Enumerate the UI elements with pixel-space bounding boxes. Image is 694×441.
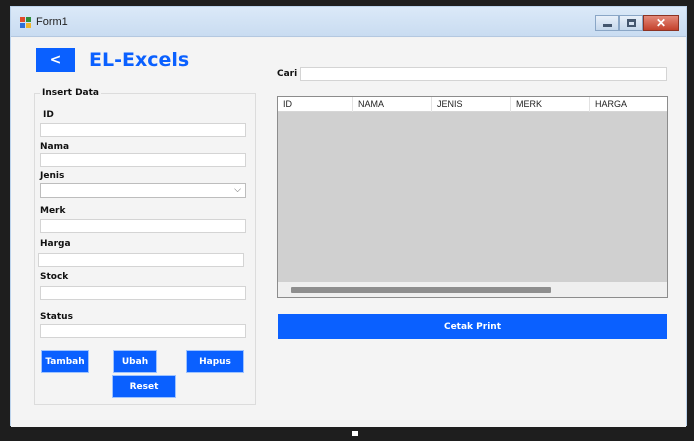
hapus-button[interactable]: Hapus	[186, 350, 244, 373]
insert-data-group: Insert Data ID Nama Jenis ⌵ Merk Harga S…	[34, 88, 256, 405]
jenis-select[interactable]: ⌵	[40, 183, 246, 198]
close-icon: ✕	[655, 16, 667, 30]
maximize-button[interactable]	[619, 15, 643, 31]
app-window: Form1 ✕ < EL-Excels Insert Data ID Nama …	[10, 6, 687, 427]
minimize-button[interactable]	[595, 15, 619, 31]
scrollbar-thumb[interactable]	[291, 287, 551, 293]
ubah-button[interactable]: Ubah	[113, 350, 157, 373]
id-field[interactable]	[40, 123, 246, 137]
merk-field[interactable]	[40, 219, 246, 233]
chevron-down-icon[interactable]: ⌵	[234, 184, 241, 195]
minimize-icon	[602, 24, 612, 27]
maximize-icon	[626, 19, 636, 27]
column-header-nama[interactable]: NAMA	[353, 97, 432, 112]
tambah-button[interactable]: Tambah	[41, 350, 89, 373]
search-input[interactable]	[300, 67, 667, 81]
column-header-jenis[interactable]: JENIS	[432, 97, 511, 112]
status-label: Status	[40, 312, 73, 322]
reset-button[interactable]: Reset	[112, 375, 176, 398]
title-bar[interactable]: Form1 ✕	[11, 7, 686, 37]
column-header-id[interactable]: ID	[278, 97, 353, 112]
grid-body[interactable]	[278, 112, 667, 284]
harga-label: Harga	[40, 239, 71, 249]
data-grid[interactable]: ID NAMA JENIS MERK HARGA	[277, 96, 668, 298]
search-label: Cari	[277, 69, 298, 79]
window-title: Form1	[36, 16, 68, 28]
stock-label: Stock	[40, 272, 69, 282]
jenis-label: Jenis	[40, 171, 65, 181]
brand-title: EL-Excels	[89, 49, 190, 71]
id-label: ID	[43, 110, 54, 120]
status-field[interactable]	[40, 324, 246, 338]
stock-field[interactable]	[40, 286, 246, 300]
group-title: Insert Data	[40, 88, 102, 98]
column-header-harga[interactable]: HARGA	[590, 97, 667, 112]
print-button[interactable]: Cetak Print	[278, 314, 667, 339]
nama-field[interactable]	[40, 153, 246, 167]
form-app-icon	[20, 17, 32, 28]
back-button[interactable]: <	[36, 48, 75, 72]
nama-label: Nama	[40, 142, 70, 152]
harga-field[interactable]	[38, 253, 244, 267]
column-header-merk[interactable]: MERK	[511, 97, 590, 112]
close-button[interactable]: ✕	[643, 15, 679, 31]
merk-label: Merk	[40, 206, 66, 216]
window-controls: ✕	[595, 15, 679, 31]
grid-header: ID NAMA JENIS MERK HARGA	[278, 97, 667, 112]
taskbar-indicator	[352, 431, 358, 436]
form-client-area: < EL-Excels Insert Data ID Nama Jenis ⌵ …	[11, 38, 686, 427]
horizontal-scrollbar[interactable]	[278, 282, 667, 297]
